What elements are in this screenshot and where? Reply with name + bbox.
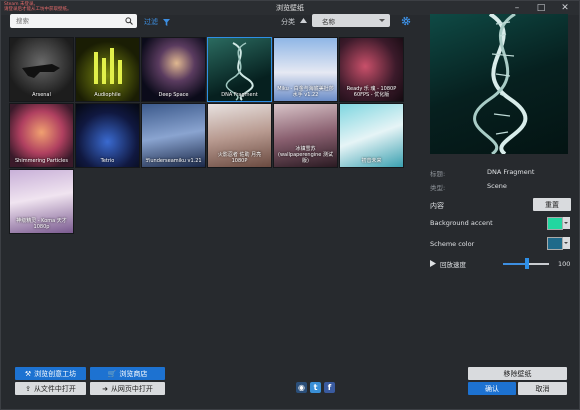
sort-ascending-icon[interactable]	[300, 18, 307, 23]
sort-select-value: 名称	[322, 18, 335, 26]
browse-workshop-label: 浏览创意工坊	[34, 369, 77, 378]
wallpaper-tile[interactable]: 冰镇雪苏 (wallpaperengine 测试版)	[273, 103, 338, 168]
search-input[interactable]	[10, 14, 126, 28]
upload-icon: ⇪	[25, 384, 31, 393]
scheme-color-swatch[interactable]	[547, 237, 563, 250]
open-web-button[interactable]: ➜ 从网页中打开	[90, 382, 165, 395]
dna-preview-image	[473, 14, 528, 154]
wallpaper-title: 冰镇雪苏 (wallpaperengine 测试版)	[278, 146, 333, 164]
playback-speed-value: 100	[558, 260, 571, 268]
reset-button[interactable]: 重置	[533, 198, 571, 211]
close-icon[interactable]: ✕	[553, 1, 577, 15]
bg-accent-label: Background accent	[430, 219, 493, 227]
wallpaper-tile[interactable]: Arsenal	[9, 37, 74, 102]
funnel-icon	[163, 18, 171, 26]
cart-icon: 🛒	[107, 369, 117, 378]
wallpaper-title: Miku - 白金与海底美杜莎 水手 v1.22	[277, 86, 334, 98]
wallpaper-tile[interactable]: Deep Space	[141, 37, 206, 102]
wallpaper-tile[interactable]: 卐underseamiku v1.21	[141, 103, 206, 168]
search-box[interactable]	[10, 14, 137, 28]
steam-icon[interactable]: ◉	[296, 382, 307, 393]
browse-store-label: 浏览商店	[119, 369, 148, 378]
wrench-icon: ⚒	[24, 369, 32, 378]
wallpaper-tile[interactable]: 神级精灵 - Koma 天才 1080p	[9, 169, 74, 234]
wallpaper-title: Deep Space	[158, 92, 189, 98]
wallpaper-tile[interactable]: Audiophile	[75, 37, 140, 102]
wallpaper-preview	[430, 14, 568, 154]
wallpaper-title: 神级精灵 - Koma 天才 1080p	[16, 218, 67, 230]
wallpaper-tile[interactable]: Miku - 白金与海底美杜莎 水手 v1.22	[273, 37, 338, 102]
sort-select[interactable]: 名称	[312, 14, 390, 27]
minimize-icon[interactable]: –	[505, 1, 529, 15]
open-web-label: 从网页中打开	[110, 384, 153, 393]
type-label: 类型:	[430, 184, 446, 192]
open-file-button[interactable]: ⇪ 从文件中打开	[15, 382, 86, 395]
sort-label: 分类	[281, 18, 295, 26]
wallpaper-title: 卐underseamiku v1.21	[145, 158, 202, 164]
maximize-icon[interactable]: □	[529, 1, 553, 15]
search-icon[interactable]	[125, 17, 133, 25]
wallpaper-title: 初音未来	[361, 158, 382, 164]
wallpaper-tile[interactable]: Ready 乐 魂 - 1080P 60FPS - 优化版	[339, 37, 404, 102]
playback-speed-fill	[503, 263, 526, 265]
content-section-label: 内容	[430, 202, 444, 210]
title-bar: Steam 未登录。 请登录后才能从工坊中获取壁纸。 浏览壁纸 – □ ✕	[1, 1, 579, 15]
browse-workshop-button[interactable]: ⚒ 浏览创意工坊	[15, 367, 86, 380]
browse-store-button[interactable]: 🛒 浏览商店	[90, 367, 165, 380]
wallpaper-tile[interactable]: 初音未来	[339, 103, 404, 168]
wallpaper-tile[interactable]: 火影忍者 佐助 月亮 1080P	[207, 103, 272, 168]
title-value: DNA Fragment	[487, 168, 535, 176]
title-label: 标题:	[430, 170, 446, 178]
wallpaper-tile[interactable]: Tetrio	[75, 103, 140, 168]
wallpaper-title: Tetrio	[100, 158, 115, 164]
facebook-icon[interactable]: f	[324, 382, 335, 393]
cancel-button[interactable]: 取消	[518, 382, 567, 395]
filter-button[interactable]: 过滤	[144, 17, 171, 27]
wallpaper-title: Audiophile	[94, 92, 121, 98]
bg-accent-dropdown[interactable]	[563, 217, 570, 229]
type-value: Scene	[487, 182, 507, 190]
scheme-color-label: Scheme color	[430, 240, 475, 248]
wallpaper-title: DNA Fragment	[221, 92, 258, 98]
remove-wallpaper-button[interactable]: 移除壁纸	[468, 367, 567, 380]
playback-speed-thumb[interactable]	[525, 258, 529, 269]
wallpaper-title: Ready 乐 魂 - 1080P 60FPS - 优化版	[346, 86, 397, 98]
twitter-icon[interactable]: t	[310, 382, 321, 393]
wallpaper-tile[interactable]: Shimmering Particles	[9, 103, 74, 168]
ok-button[interactable]: 确认	[468, 382, 516, 395]
share-icon: ➜	[102, 384, 108, 393]
open-file-label: 从文件中打开	[33, 384, 76, 393]
play-icon[interactable]	[430, 260, 436, 267]
wallpaper-tile-selected[interactable]: DNA Fragment	[207, 37, 272, 102]
window-title: 浏览壁纸	[276, 4, 304, 12]
wallpaper-title: Arsenal	[32, 92, 51, 98]
playback-speed-label: 回放速度	[440, 261, 466, 269]
bg-accent-swatch[interactable]	[547, 217, 563, 230]
scheme-color-dropdown[interactable]	[563, 237, 570, 249]
gear-icon[interactable]	[401, 16, 411, 26]
wallpaper-title: Shimmering Particles	[14, 158, 68, 164]
filter-label: 过滤	[144, 18, 158, 26]
wallpaper-title: 火影忍者 佐助 月亮 1080P	[217, 152, 262, 164]
chevron-down-icon	[379, 19, 385, 22]
